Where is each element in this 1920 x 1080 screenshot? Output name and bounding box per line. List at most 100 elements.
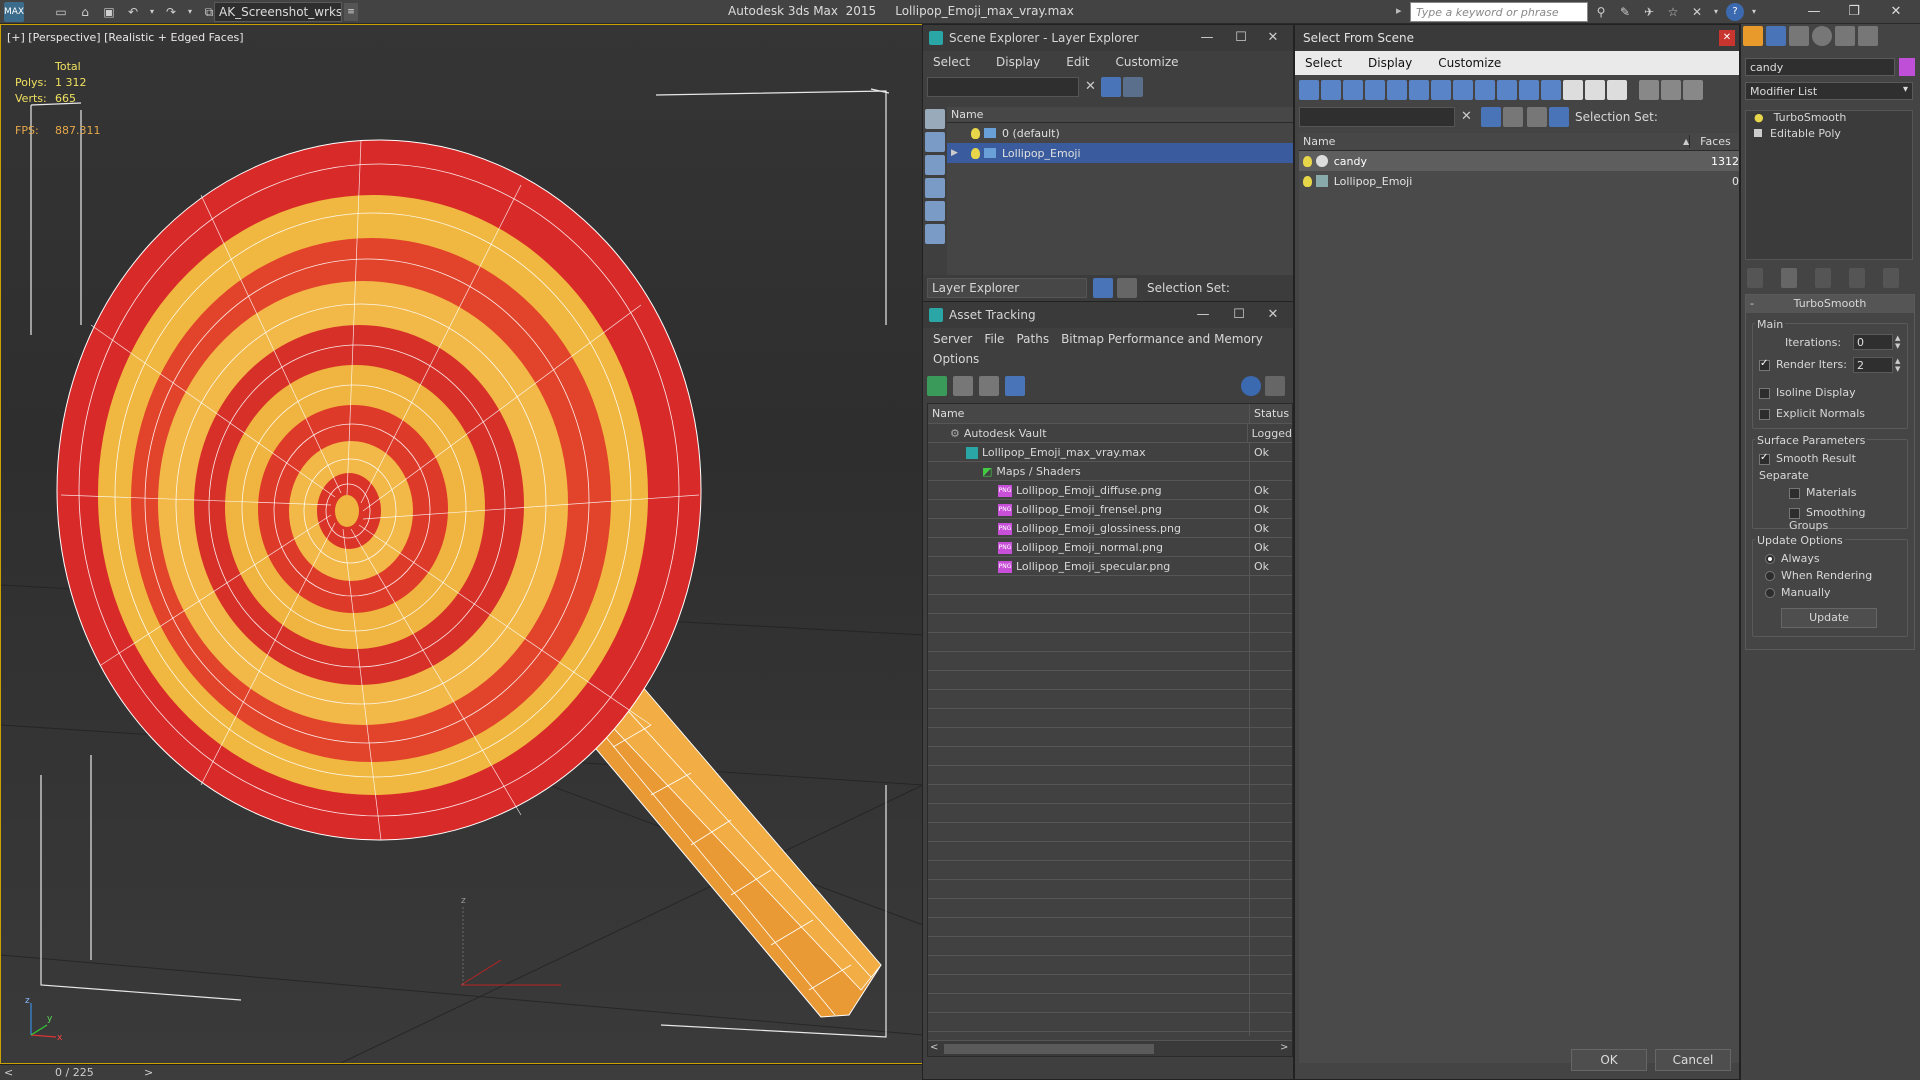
infocenter-dropdown-icon[interactable]: ▾: [1712, 3, 1720, 21]
hierarchy-mode-icon[interactable]: [1117, 278, 1137, 298]
render-iters-checkbox[interactable]: Render Iters:: [1759, 358, 1847, 371]
asset-row[interactable]: PNG Lollipop_Emoji_glossiness.png Ok: [928, 518, 1292, 538]
explicit-normals-checkbox[interactable]: Explicit Normals: [1759, 407, 1865, 420]
render-iters-spinner[interactable]: 2: [1853, 357, 1893, 373]
layer-mode-icon[interactable]: [1093, 278, 1113, 298]
display-none-icon[interactable]: [1585, 80, 1605, 100]
at-menu-options[interactable]: Options: [929, 352, 983, 366]
se-menu-select[interactable]: Select: [929, 55, 974, 69]
display-all-icon[interactable]: [1563, 80, 1583, 100]
motion-tab-icon[interactable]: [1812, 26, 1832, 46]
ss-row-lollipop[interactable]: Lollipop_Emoji 0: [1299, 171, 1739, 191]
layer-row-default[interactable]: 0 (default): [947, 123, 1293, 143]
se-display-layers-icon[interactable]: [925, 224, 945, 244]
filter-icon[interactable]: [1639, 80, 1659, 100]
se-layer-filter-icon[interactable]: [1123, 77, 1143, 97]
expand-arrow-icon[interactable]: ▶: [951, 148, 965, 158]
layer-visibility-icon[interactable]: [971, 127, 980, 139]
cancel-button[interactable]: Cancel: [1655, 1049, 1731, 1071]
se-display-shapes-icon[interactable]: [925, 132, 945, 152]
undo-dropdown-icon[interactable]: ▾: [148, 3, 156, 21]
search-left-arrow-icon[interactable]: ▸: [1396, 4, 1402, 17]
object-name-field[interactable]: candy: [1745, 58, 1895, 76]
refresh-icon[interactable]: [927, 376, 947, 396]
visibility-bulb-icon[interactable]: [1303, 175, 1312, 187]
isoline-display-checkbox[interactable]: Isoline Display: [1759, 386, 1856, 399]
at-maximize-button[interactable]: ☐: [1225, 302, 1253, 328]
display-invert-icon[interactable]: [1607, 80, 1627, 100]
display-shapes-icon[interactable]: [1321, 80, 1341, 100]
close-window-button[interactable]: ✕: [1876, 0, 1916, 24]
se-display-cameras-icon[interactable]: [925, 178, 945, 198]
columns-icon[interactable]: [1661, 80, 1681, 100]
se-menu-display[interactable]: Display: [992, 55, 1044, 69]
at-menu-server[interactable]: Server: [929, 332, 976, 346]
asset-row[interactable]: PNG Lollipop_Emoji_frensel.png Ok: [928, 499, 1292, 519]
ss-layer-filter-icon[interactable]: [1503, 107, 1523, 127]
help-icon[interactable]: ?: [1726, 3, 1744, 21]
at-menu-file[interactable]: File: [980, 332, 1008, 346]
turbosmooth-rollout-header[interactable]: - TurboSmooth: [1746, 295, 1914, 313]
at-menu-paths[interactable]: Paths: [1012, 332, 1053, 346]
column-name-header[interactable]: Name: [928, 403, 1250, 424]
ss-menu-display[interactable]: Display: [1364, 56, 1416, 70]
exchange-icon[interactable]: ✕: [1688, 3, 1706, 21]
ss-hierarchy-icon[interactable]: [1549, 107, 1569, 127]
show-end-result-icon[interactable]: [1781, 268, 1797, 288]
time-prev-icon[interactable]: <: [4, 1066, 13, 1079]
display-hidden-icon[interactable]: [1541, 80, 1561, 100]
display-bones-icon[interactable]: [1475, 80, 1495, 100]
redo-icon[interactable]: ↷: [162, 3, 180, 21]
ss-menu-customize[interactable]: Customize: [1434, 56, 1505, 70]
modify-tab-icon[interactable]: [1766, 26, 1786, 46]
at-minimize-button[interactable]: —: [1189, 302, 1217, 328]
display-groups-icon[interactable]: [1431, 80, 1451, 100]
at-close-button[interactable]: ✕: [1259, 302, 1287, 328]
ss-close-button[interactable]: ✕: [1719, 30, 1735, 46]
workspace-menu-icon[interactable]: ≡: [344, 3, 358, 21]
update-manually-radio[interactable]: Manually: [1765, 586, 1831, 599]
subscription-icon[interactable]: ✎: [1616, 3, 1634, 21]
ss-find-input[interactable]: [1299, 107, 1455, 127]
ss-clear-find-icon[interactable]: ✕: [1461, 109, 1472, 124]
expand-plus-icon[interactable]: [1754, 129, 1762, 137]
display-lights-icon[interactable]: [1343, 80, 1363, 100]
app-menu-icon[interactable]: MAX: [4, 2, 24, 22]
display-geometry-icon[interactable]: [1299, 80, 1319, 100]
undo-icon[interactable]: ↶: [124, 3, 142, 21]
display-spacewarps-icon[interactable]: [1409, 80, 1429, 100]
options-icon[interactable]: [1683, 80, 1703, 100]
modifier-list-dropdown[interactable]: Modifier List ▾: [1745, 82, 1913, 100]
asset-row[interactable]: ⚙ Autodesk Vault Logged: [928, 423, 1292, 443]
explorer-type-dropdown[interactable]: Layer Explorer: [927, 278, 1087, 298]
help-dropdown-icon[interactable]: ▾: [1750, 3, 1758, 21]
display-frozen-icon[interactable]: [1519, 80, 1539, 100]
update-always-radio[interactable]: Always: [1765, 552, 1820, 565]
display-tab-icon[interactable]: [1835, 26, 1855, 46]
scroll-right-icon[interactable]: >: [1280, 1042, 1288, 1053]
perspective-viewport[interactable]: z z x y [+] [Perspective] [Realistic + E…: [0, 24, 924, 1064]
asset-row[interactable]: PNG Lollipop_Emoji_normal.png Ok: [928, 537, 1292, 557]
object-color-swatch[interactable]: [1899, 58, 1915, 76]
iterations-spinner[interactable]: 0: [1853, 334, 1893, 350]
save-file-icon[interactable]: ▣: [100, 3, 118, 21]
ss-layers-icon[interactable]: [1527, 107, 1547, 127]
se-filter-icon[interactable]: [1101, 77, 1121, 97]
make-unique-icon[interactable]: [1815, 268, 1831, 288]
se-display-geometry-icon[interactable]: [925, 109, 945, 129]
column-status-header[interactable]: Status: [1250, 407, 1289, 420]
utilities-tab-icon[interactable]: [1858, 26, 1878, 46]
open-file-icon[interactable]: ⌂: [76, 3, 94, 21]
ss-column-name[interactable]: Name: [1299, 135, 1683, 148]
se-menu-customize[interactable]: Customize: [1112, 55, 1183, 69]
communication-icon[interactable]: ✈: [1640, 3, 1658, 21]
remove-modifier-icon[interactable]: [1849, 268, 1865, 288]
asset-row[interactable]: PNG Lollipop_Emoji_diffuse.png Ok: [928, 480, 1292, 500]
se-find-input[interactable]: [927, 77, 1079, 97]
asset-row[interactable]: Lollipop_Emoji_max_vray.max Ok: [928, 442, 1292, 462]
new-file-icon[interactable]: ▭: [52, 3, 70, 21]
binoculars-icon[interactable]: ⚲: [1592, 3, 1610, 21]
smoothing-groups-checkbox[interactable]: Smoothing Groups: [1789, 506, 1907, 532]
configure-sets-icon[interactable]: [1883, 268, 1899, 288]
scroll-left-icon[interactable]: <: [930, 1042, 938, 1053]
